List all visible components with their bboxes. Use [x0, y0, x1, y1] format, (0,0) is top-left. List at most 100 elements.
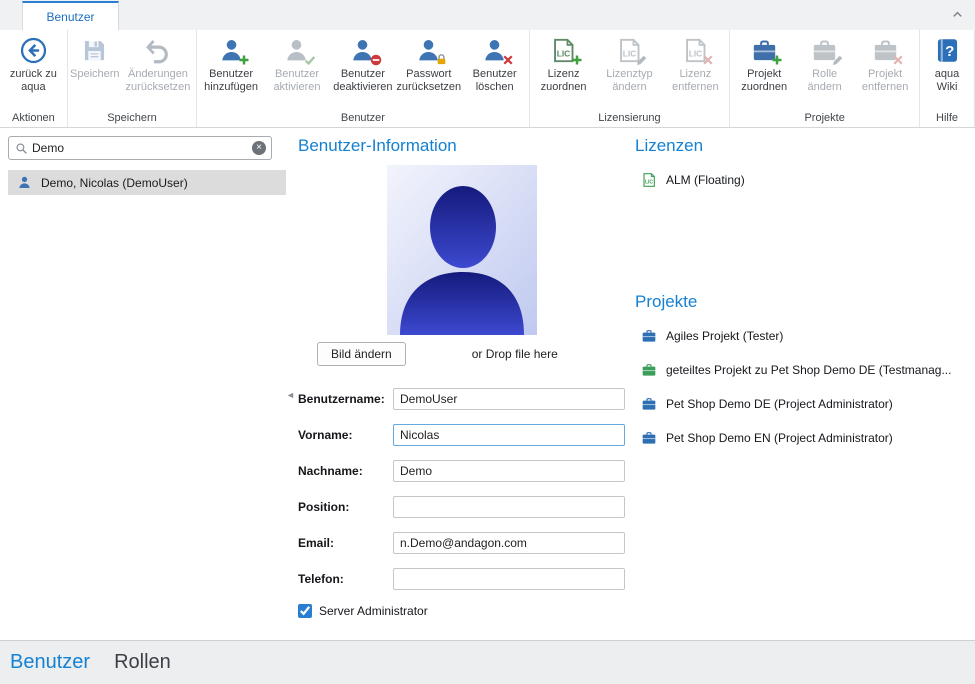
server-admin-checkbox[interactable] [298, 604, 312, 618]
deactivate-user-button[interactable]: Benutzer deaktivieren [330, 32, 396, 111]
license-item[interactable]: ALM (Floating) [641, 172, 745, 188]
ribbon-group-hilfe: aqua Wiki Hilfe [920, 30, 975, 127]
ribbon-group-label: Lizensierung [531, 111, 729, 127]
remove-project-button[interactable]: Projekt entfernen [852, 32, 918, 111]
email-input[interactable] [393, 532, 625, 554]
benutzername-input[interactable] [393, 388, 625, 410]
button-label: Rolle ändern [800, 68, 849, 94]
user-form: Benutzername: Vorname: Nachname: Positio… [298, 388, 625, 618]
button-label: Passwort zurücksetzen [396, 68, 461, 94]
ribbon-group-lizensierung: Lizenz zuordnen Lizenztyp ändern Lizenz … [530, 30, 731, 127]
project-item-label: Agiles Projekt (Tester) [666, 329, 783, 343]
field-label-telefon: Telefon: [298, 572, 393, 586]
ribbon-group-projekte: Projekt zuordnen Rolle ändern Projekt en… [730, 30, 920, 127]
field-label-benutzername: Benutzername: [298, 392, 393, 406]
back-to-aqua-button[interactable]: zurück zu aqua [1, 32, 66, 111]
footer-tab-rollen[interactable]: Rollen [114, 651, 171, 674]
project-item-label: geteiltes Projekt zu Pet Shop Demo DE (T… [666, 363, 951, 377]
remove-license-button[interactable]: Lizenz entfernen [662, 32, 728, 111]
form-row: Email: [298, 532, 625, 554]
add-user-button[interactable]: Benutzer hinzufügen [198, 32, 264, 111]
button-label: Projekt zuordnen [734, 68, 794, 94]
search-box: × [8, 136, 272, 160]
user-list-panel: × Demo, Nicolas (DemoUser) [0, 128, 292, 640]
button-label: Speichern [70, 68, 120, 81]
button-label: Projekt entfernen [855, 68, 915, 94]
server-admin-label: Server Administrator [319, 604, 428, 618]
ribbon-group-label: Projekte [731, 111, 918, 127]
project-item[interactable]: Agiles Projekt (Tester) [641, 327, 973, 344]
footer-tab-benutzer[interactable]: Benutzer [10, 651, 90, 674]
project-icon [641, 430, 657, 446]
drop-file-hint: or Drop file here [472, 347, 558, 361]
server-admin-row: Server Administrator [298, 604, 625, 618]
button-label: zurück zu aqua [4, 68, 63, 94]
form-row: Position: [298, 496, 625, 518]
clear-search-icon[interactable]: × [252, 141, 266, 155]
ribbon-group-label: Benutzer [198, 111, 527, 127]
field-label-nachname: Nachname: [298, 464, 393, 478]
user-avatar [387, 165, 537, 335]
role-edit-icon [809, 35, 841, 66]
aqua-user-management-window: Benutzer zurück zu aqua Aktionen [0, 0, 975, 684]
ribbon-tab-strip: Benutzer [0, 0, 975, 30]
project-item[interactable]: Pet Shop Demo EN (Project Administrator) [641, 429, 973, 446]
shared-project-icon [641, 362, 657, 378]
collapse-ribbon-icon[interactable] [950, 7, 965, 22]
collapse-panel-arrow[interactable]: ◄ [286, 391, 295, 400]
project-icon [641, 328, 657, 344]
search-input[interactable] [28, 141, 252, 155]
delete-user-button[interactable]: Benutzer löschen [462, 32, 528, 111]
change-license-type-button[interactable]: Lizenztyp ändern [597, 32, 663, 111]
aqua-wiki-button[interactable]: aqua Wiki [921, 32, 973, 111]
assign-license-button[interactable]: Lizenz zuordnen [531, 32, 597, 111]
reset-password-button[interactable]: Passwort zurücksetzen [396, 32, 462, 111]
ribbon-group-aktionen: zurück zu aqua Aktionen [0, 30, 68, 127]
project-item-label: Pet Shop Demo EN (Project Administrator) [666, 431, 893, 445]
change-image-button[interactable]: Bild ändern [317, 342, 406, 366]
licenses-title: Lizenzen [635, 136, 703, 156]
change-role-button[interactable]: Rolle ändern [797, 32, 852, 111]
project-icon [641, 396, 657, 412]
nachname-input[interactable] [393, 460, 625, 482]
form-row: Nachname: [298, 460, 625, 482]
project-item-label: Pet Shop Demo DE (Project Administrator) [666, 397, 893, 411]
activate-user-button[interactable]: Benutzer aktivieren [264, 32, 330, 111]
license-add-icon [548, 35, 580, 66]
user-list-item-selected[interactable]: Demo, Nicolas (DemoUser) [8, 170, 286, 195]
button-label: Lizenz entfernen [665, 68, 725, 94]
user-activate-icon [281, 35, 313, 66]
license-item-label: ALM (Floating) [666, 173, 745, 187]
save-button[interactable]: Speichern [69, 32, 121, 111]
field-label-position: Position: [298, 500, 393, 514]
save-icon [79, 35, 111, 66]
license-icon [641, 172, 657, 188]
project-list: Agiles Projekt (Tester) geteiltes Projek… [641, 327, 973, 463]
field-label-email: Email: [298, 536, 393, 550]
project-item[interactable]: Pet Shop Demo DE (Project Administrator) [641, 395, 973, 412]
user-list-item-label: Demo, Nicolas (DemoUser) [41, 176, 188, 190]
button-label: Benutzer aktivieren [267, 68, 327, 94]
button-label: aqua Wiki [924, 68, 970, 94]
projects-title: Projekte [635, 292, 697, 312]
image-actions-row: Bild ändern or Drop file here [317, 342, 558, 366]
user-deactivate-icon [347, 35, 379, 66]
user-delete-icon [479, 35, 511, 66]
form-row: Telefon: [298, 568, 625, 590]
tab-benutzer[interactable]: Benutzer [22, 1, 119, 30]
button-label: Benutzer hinzufügen [201, 68, 261, 94]
undo-icon [142, 35, 174, 66]
button-label: Lizenz zuordnen [534, 68, 594, 94]
licenses-projects-panel: Lizenzen ALM (Floating) Projekte Agiles … [635, 128, 973, 640]
reset-changes-button[interactable]: Änderungen zurücksetzen [121, 32, 195, 111]
position-input[interactable] [393, 496, 625, 518]
telefon-input[interactable] [393, 568, 625, 590]
project-item[interactable]: geteiltes Projekt zu Pet Shop Demo DE (T… [641, 361, 973, 378]
search-icon [15, 142, 28, 155]
user-add-icon [215, 35, 247, 66]
form-row: Vorname: [298, 424, 625, 446]
field-label-vorname: Vorname: [298, 428, 393, 442]
vorname-input[interactable] [393, 424, 625, 446]
assign-project-button[interactable]: Projekt zuordnen [731, 32, 797, 111]
wiki-book-icon [931, 35, 963, 66]
